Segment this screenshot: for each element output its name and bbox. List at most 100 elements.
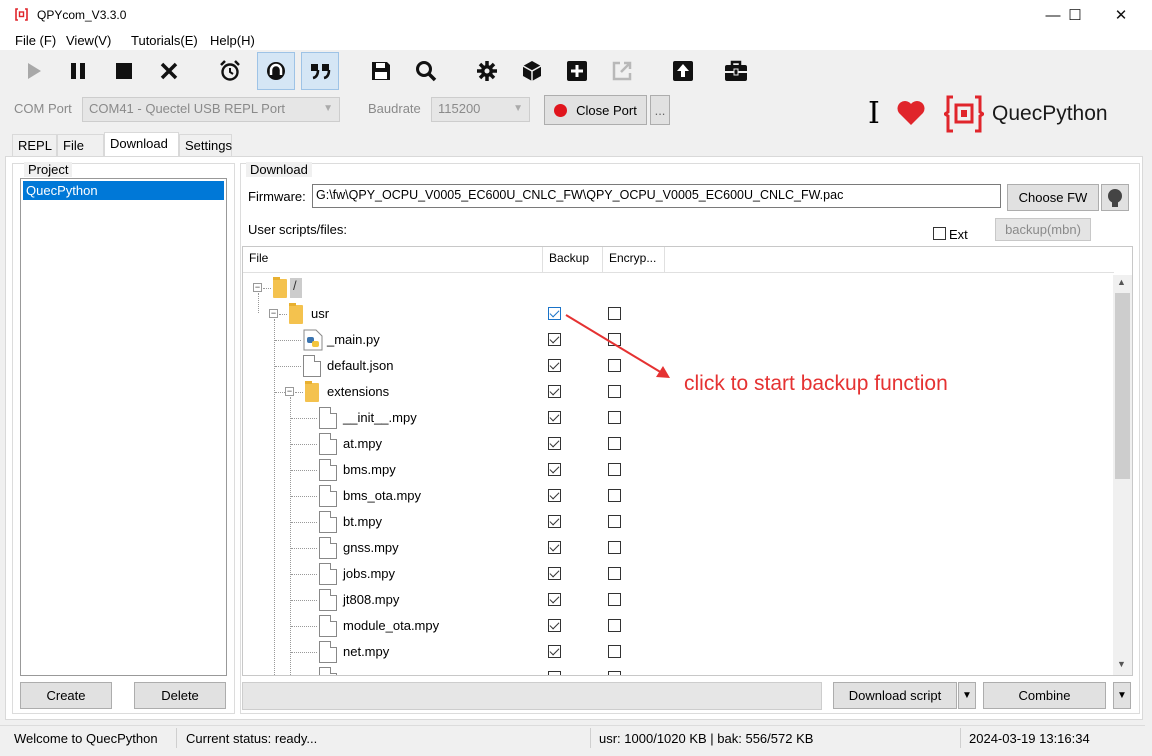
collapse-icon[interactable]: − [269, 309, 278, 318]
toolbox-icon[interactable] [717, 52, 755, 90]
column-backup[interactable]: Backup [543, 247, 603, 273]
project-list[interactable]: QuecPython [20, 178, 227, 676]
menu-file[interactable]: File (F) [15, 33, 56, 48]
play-icon[interactable] [15, 52, 53, 90]
menu-view[interactable]: View(V) [66, 33, 111, 48]
save-icon[interactable] [362, 52, 400, 90]
scroll-down-icon[interactable]: ▼ [1117, 659, 1126, 669]
tree-row-root[interactable]: − / [243, 275, 1113, 301]
delete-button[interactable]: Delete [134, 682, 226, 709]
backup-checkbox[interactable] [548, 515, 561, 528]
com-port-select[interactable]: COM41 - Quectel USB REPL Port ▼ [82, 97, 340, 122]
menu-help[interactable]: Help(H) [210, 33, 255, 48]
encrypt-checkbox[interactable] [608, 593, 621, 606]
encrypt-checkbox[interactable] [608, 385, 621, 398]
create-button[interactable]: Create [20, 682, 112, 709]
combine-button[interactable]: Combine [983, 682, 1106, 709]
backup-checkbox[interactable] [548, 489, 561, 502]
file-name: bms.mpy [343, 462, 396, 477]
folder-icon [273, 277, 287, 298]
vertical-scrollbar[interactable]: ▲ ▼ [1113, 275, 1132, 675]
tree-row-jobs-mpy[interactable]: jobs.mpy [243, 561, 1113, 587]
backup-checkbox[interactable] [548, 619, 561, 632]
tree-row-jt808-mpy[interactable]: jt808.mpy [243, 587, 1113, 613]
more-port-options-button[interactable]: ... [650, 95, 670, 125]
backup-checkbox[interactable] [548, 385, 561, 398]
encrypt-checkbox[interactable] [608, 541, 621, 554]
quote-icon[interactable] [301, 52, 339, 90]
alarm-clock-icon[interactable] [211, 52, 249, 90]
collapse-icon[interactable]: − [253, 283, 262, 292]
encrypt-checkbox[interactable] [608, 515, 621, 528]
download-script-button[interactable]: Download script [833, 682, 957, 709]
column-encrypt[interactable]: Encryp... [603, 247, 665, 273]
clear-icon[interactable] [150, 52, 188, 90]
backup-checkbox[interactable] [548, 541, 561, 554]
quecpython-logo-icon [944, 95, 984, 133]
tree-row-init-mpy[interactable]: __init__.mpy [243, 405, 1113, 431]
gear-icon[interactable] [468, 52, 506, 90]
project-item-quecpython[interactable]: QuecPython [23, 181, 224, 200]
baudrate-value: 115200 [438, 101, 481, 116]
download-options-dropdown[interactable]: ▼ [958, 682, 976, 709]
file-name: extensions [327, 384, 390, 399]
choose-fw-button[interactable]: Choose FW [1007, 184, 1099, 211]
scrollbar-thumb[interactable] [1115, 293, 1130, 479]
tree-row-module-ota-mpy[interactable]: module_ota.mpy [243, 613, 1113, 639]
backup-checkbox[interactable] [548, 671, 561, 675]
tree-row-bt-mpy[interactable]: bt.mpy [243, 509, 1113, 535]
encrypt-checkbox[interactable] [608, 489, 621, 502]
tab-download[interactable]: Download [104, 132, 179, 156]
package-icon[interactable] [513, 52, 551, 90]
project-title: Project [24, 162, 73, 177]
backup-checkbox[interactable] [548, 463, 561, 476]
record-icon [554, 103, 568, 117]
scroll-up-icon[interactable]: ▲ [1117, 277, 1126, 287]
encrypt-checkbox[interactable] [608, 437, 621, 450]
encrypt-checkbox[interactable] [608, 645, 621, 658]
encrypt-checkbox[interactable] [608, 463, 621, 476]
encrypt-checkbox[interactable] [608, 567, 621, 580]
close-port-button[interactable]: Close Port [544, 95, 647, 125]
file-icon [319, 407, 337, 429]
tab-repl[interactable]: REPL [12, 134, 57, 156]
collapse-icon[interactable]: − [285, 387, 294, 396]
pause-icon[interactable] [59, 52, 97, 90]
encrypt-checkbox[interactable] [608, 411, 621, 424]
lightbulb-icon [1108, 188, 1122, 207]
file-icon [319, 615, 337, 637]
export-icon[interactable] [603, 52, 641, 90]
backup-checkbox[interactable] [548, 645, 561, 658]
backup-mbn-button[interactable]: backup(mbn) [995, 218, 1091, 241]
lightbulb-button[interactable] [1101, 184, 1129, 211]
root-label: / [290, 278, 302, 298]
backup-checkbox[interactable] [548, 567, 561, 580]
storage-usage: usr: 1000/1020 KB | bak: 556/572 KB [599, 731, 814, 746]
firmware-path-input[interactable]: G:\fw\QPY_OCPU_V0005_EC600U_CNLC_FW\QPY_… [312, 184, 1001, 208]
search-icon[interactable] [407, 52, 445, 90]
tree-row-net-mpy[interactable]: net.mpy [243, 639, 1113, 665]
menu-tutorials[interactable]: Tutorials(E) [131, 33, 198, 48]
tree-row-bms-ota-mpy[interactable]: bms_ota.mpy [243, 483, 1113, 509]
maximize-button[interactable]: ☐ [1052, 0, 1098, 30]
tree-row-gnss-mpy[interactable]: gnss.mpy [243, 535, 1113, 561]
tree-row-at-mpy[interactable]: at.mpy [243, 431, 1113, 457]
ext-checkbox[interactable] [933, 227, 946, 240]
add-icon[interactable] [558, 52, 596, 90]
backup-checkbox[interactable] [548, 411, 561, 424]
upload-icon[interactable] [664, 52, 702, 90]
close-window-button[interactable]: ✕ [1098, 0, 1144, 30]
tree-row-bms-mpy[interactable]: bms.mpy [243, 457, 1113, 483]
tab-file[interactable]: File [57, 134, 104, 156]
terminal-icon[interactable] [257, 52, 295, 90]
column-file[interactable]: File [243, 247, 543, 273]
baudrate-select[interactable]: 115200 ▼ [431, 97, 530, 122]
encrypt-checkbox[interactable] [608, 619, 621, 632]
encrypt-checkbox[interactable] [608, 671, 621, 675]
combine-options-dropdown[interactable]: ▼ [1113, 682, 1131, 709]
backup-checkbox[interactable] [548, 437, 561, 450]
backup-checkbox[interactable] [548, 593, 561, 606]
user-scripts-label: User scripts/files: [248, 222, 347, 237]
tab-settings[interactable]: Settings [179, 134, 232, 156]
stop-icon[interactable] [105, 52, 143, 90]
